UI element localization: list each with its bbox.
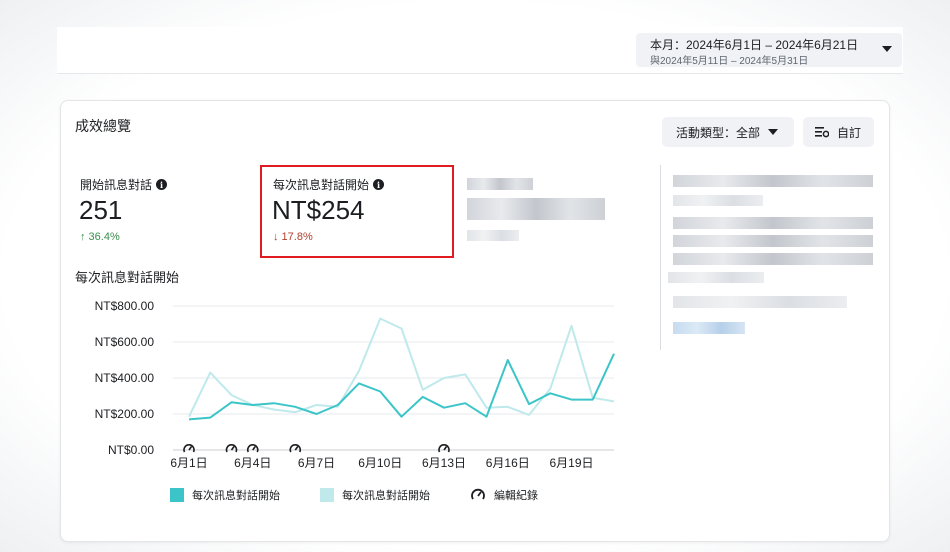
obscured-metric-label xyxy=(467,178,533,190)
y-tick-label: NT$0.00 xyxy=(108,443,154,457)
obscured-side-text xyxy=(673,217,873,229)
metric-label-conversations: 開始訊息對話 i xyxy=(80,176,168,193)
info-icon[interactable]: i xyxy=(156,179,168,190)
x-tick-label: 6月4日 xyxy=(234,456,271,470)
legend-label-current: 每次訊息對話開始 xyxy=(192,490,280,502)
legend-item-compare[interactable]: 每次訊息對話開始 xyxy=(320,487,430,503)
date-range-compare: 與2024年5月11日 – 2024年5月31日 xyxy=(650,56,809,67)
obscured-side-text xyxy=(668,272,764,283)
metric-value-conversations: 251 xyxy=(79,195,123,225)
edit-marker-icon[interactable] xyxy=(289,444,302,453)
x-tick-label: 6月19日 xyxy=(549,456,593,470)
legend-label-compare: 每次訊息對話開始 xyxy=(342,490,430,502)
obscured-side-text xyxy=(673,235,873,247)
obscured-side-text xyxy=(673,175,873,187)
vertical-divider xyxy=(660,165,661,350)
obscured-side-text xyxy=(673,195,763,206)
metric-label-text: 開始訊息對話 xyxy=(80,178,153,192)
highlight-box xyxy=(260,165,454,258)
obscured-metric-change xyxy=(467,230,519,241)
chart-title: 每次訊息對話開始 xyxy=(75,270,180,285)
x-tick-label: 6月16日 xyxy=(486,456,530,470)
edit-marker-icon[interactable] xyxy=(183,444,195,453)
x-tick-label: 6月7日 xyxy=(298,456,335,470)
obscured-side-text xyxy=(673,253,873,265)
legend-item-current[interactable]: 每次訊息對話開始 xyxy=(170,487,280,503)
x-tick-label: 6月10日 xyxy=(358,456,402,470)
obscured-side-link[interactable] xyxy=(673,322,745,334)
edit-marker-icon[interactable] xyxy=(225,444,238,453)
x-tick-label: 6月1日 xyxy=(170,456,207,470)
y-tick-label: NT$600.00 xyxy=(95,335,155,349)
chevron-down-icon xyxy=(768,129,779,135)
edit-marker-icon[interactable] xyxy=(438,444,450,453)
legend-item-edit-history[interactable]: 編輯紀錄 xyxy=(470,487,538,503)
chevron-down-icon xyxy=(882,46,892,52)
edit-marker-icon[interactable] xyxy=(246,444,259,453)
legend-swatch-compare xyxy=(320,488,334,502)
date-range-main: 本月：2024年6月1日 – 2024年6月21日 xyxy=(650,38,859,52)
edit-history-icon xyxy=(470,488,486,502)
y-tick-label: NT$800.00 xyxy=(95,299,155,313)
metric-change-conversations: ↑ 36.4% xyxy=(80,231,120,243)
legend-label-edit-history: 編輯紀錄 xyxy=(494,490,538,502)
obscured-metric-value xyxy=(467,198,605,220)
y-tick-label: NT$400.00 xyxy=(95,371,155,385)
y-tick-label: NT$200.00 xyxy=(95,407,155,421)
customize-label: 自訂 xyxy=(837,125,862,140)
customize-button[interactable]: 自訂 xyxy=(803,117,874,147)
date-range-selector[interactable]: 本月：2024年6月1日 – 2024年6月21日 與2024年5月11日 – … xyxy=(636,33,902,67)
card-title: 成效總覽 xyxy=(75,118,131,134)
series-line-compare xyxy=(188,317,615,418)
line-chart: NT$800.00 NT$600.00 NT$400.00 NT$200.00 NT$0… xyxy=(95,299,615,470)
x-tick-label: 6月13日 xyxy=(422,456,466,470)
obscured-side-text xyxy=(673,296,847,308)
legend-swatch-current xyxy=(170,488,184,502)
campaign-type-filter-label: 活動類型：全部 xyxy=(676,125,761,140)
customize-columns-icon xyxy=(815,126,830,138)
campaign-type-filter-button[interactable]: 活動類型：全部 xyxy=(662,117,794,147)
